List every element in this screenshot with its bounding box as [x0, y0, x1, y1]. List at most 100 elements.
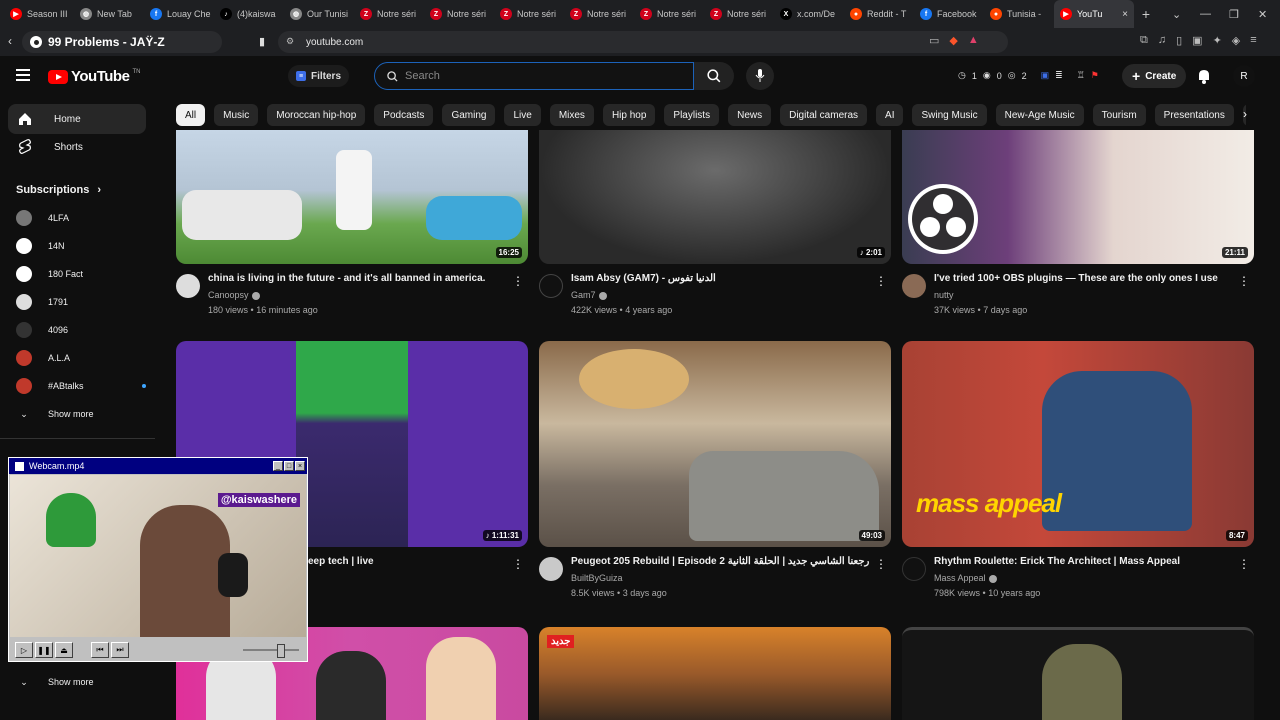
chip[interactable]: Tourism: [1092, 104, 1146, 126]
account-avatar[interactable]: R: [1233, 65, 1255, 87]
browser-tab[interactable]: ◍ Our Tunisi: [284, 0, 354, 28]
browser-tab[interactable]: Z Notre séri: [704, 0, 774, 28]
chip[interactable]: Podcasts: [374, 104, 434, 126]
wallet-icon[interactable]: ▣: [1192, 34, 1202, 47]
chip[interactable]: Swing Music: [912, 104, 987, 126]
chip[interactable]: News: [728, 104, 772, 126]
filters-button[interactable]: ≡ Filters: [288, 65, 350, 87]
video-card[interactable]: 16:25 china is living in the future - an…: [176, 130, 528, 332]
video-thumbnail[interactable]: ♪ 2:01: [539, 130, 891, 264]
new-tab-button[interactable]: +: [1134, 6, 1158, 22]
eject-icon[interactable]: ⏏: [55, 642, 73, 658]
subscriptions-header[interactable]: Subscriptions ›: [16, 184, 101, 196]
cast-icon[interactable]: ▭: [929, 34, 939, 47]
subscription-item[interactable]: 14N: [16, 236, 146, 256]
now-playing-pill[interactable]: 99 Problems - JAŸ-Z: [22, 31, 222, 53]
browser-tab[interactable]: ▶ YouTu ×: [1054, 0, 1134, 28]
brave-shield-icon[interactable]: ◆: [949, 34, 957, 47]
subscription-item[interactable]: 1791: [16, 292, 146, 312]
guide-menu-icon[interactable]: [16, 69, 30, 81]
channel-name[interactable]: Gam7: [571, 290, 607, 300]
channel-avatar[interactable]: [539, 557, 563, 581]
video-card[interactable]: جديد: [539, 627, 891, 720]
maximize-icon[interactable]: □: [284, 461, 294, 471]
browser-tab[interactable]: ♪ (4)kaiswa: [214, 0, 284, 28]
channel-avatar[interactable]: [902, 557, 926, 581]
chip[interactable]: Playlists: [664, 104, 720, 126]
webcam-player-window[interactable]: Webcam.mp4 _ □ × @kaiswashere ▷ ❚❚ ⏏ ⏮ ⏭: [8, 457, 308, 662]
more-options-icon[interactable]: ⋮: [1238, 274, 1250, 288]
browser-tab[interactable]: f Facebook: [914, 0, 984, 28]
subscription-item[interactable]: #ABtalks: [16, 376, 146, 396]
vpn-icon[interactable]: ◈: [1232, 34, 1240, 47]
trophy-icon[interactable]: ♖: [1077, 70, 1085, 81]
sparkle-icon[interactable]: ✦: [1213, 34, 1222, 47]
extension-icon[interactable]: ⧉: [1140, 34, 1148, 47]
browser-tab[interactable]: Z Notre séri: [354, 0, 424, 28]
subscription-item[interactable]: A.L.A: [16, 348, 146, 368]
brave-rewards-icon[interactable]: ▲: [968, 34, 979, 47]
channel-name[interactable]: nutty: [934, 290, 954, 300]
sidebar-icon[interactable]: ▯: [1176, 34, 1182, 47]
channel-name[interactable]: BuiltByGuiza: [571, 573, 623, 583]
browser-tab[interactable]: ▶ Season III: [4, 0, 74, 28]
video-card[interactable]: mass appeal 8:47 Rhythm Roulette: Erick …: [902, 341, 1254, 615]
chip[interactable]: All: [176, 104, 206, 126]
bookmark-icon[interactable]: ▮: [259, 35, 265, 48]
browser-tab[interactable]: ● Reddit - T: [844, 0, 914, 28]
chip[interactable]: Music: [214, 104, 259, 126]
more-options-icon[interactable]: ⋮: [512, 557, 524, 571]
extension-icon[interactable]: ▣: [1041, 70, 1050, 81]
browser-tab[interactable]: Z Notre séri: [494, 0, 564, 28]
chip[interactable]: AI: [876, 104, 904, 126]
channel-avatar[interactable]: [539, 274, 563, 298]
previous-icon[interactable]: ⏮: [91, 642, 109, 658]
maximize-window-button[interactable]: ❐: [1229, 0, 1239, 28]
video-title[interactable]: I've tried 100+ OBS plugins — These are …: [934, 272, 1234, 286]
menu-icon[interactable]: ≡: [1250, 34, 1256, 47]
close-tab-icon[interactable]: ×: [1122, 9, 1128, 20]
browser-tab[interactable]: Z Notre séri: [564, 0, 634, 28]
video-thumbnail[interactable]: 16:25: [176, 130, 528, 264]
pause-icon[interactable]: ❚❚: [35, 642, 53, 658]
notifications-bell-icon[interactable]: [1197, 68, 1211, 84]
close-window-button[interactable]: ✕: [1258, 0, 1267, 28]
next-icon[interactable]: ⏭: [111, 642, 129, 658]
video-thumbnail[interactable]: جديد: [539, 627, 891, 720]
tab-search-icon[interactable]: ⌄: [1172, 0, 1181, 28]
video-title[interactable]: Rhythm Roulette: Erick The Architect | M…: [934, 555, 1234, 569]
chip[interactable]: Digital cameras: [780, 104, 868, 126]
more-options-icon[interactable]: ⋮: [875, 274, 887, 288]
video-card[interactable]: 49:03 Peugeot 205 Rebuild | Episode 2 رج…: [539, 341, 891, 615]
sidebar-item-home[interactable]: Home: [8, 104, 146, 134]
video-thumbnail[interactable]: 21:11: [902, 130, 1254, 264]
subscription-item[interactable]: 180 Fact: [16, 264, 146, 284]
browser-tab[interactable]: f Louay Che: [144, 0, 214, 28]
minimize-window-button[interactable]: —: [1200, 0, 1211, 28]
video-card[interactable]: 21:11 I've tried 100+ OBS plugins — Thes…: [902, 130, 1254, 332]
video-thumbnail[interactable]: [902, 627, 1254, 720]
browser-tab[interactable]: ◍ New Tab: [74, 0, 144, 28]
search-input[interactable]: [405, 70, 665, 82]
voice-search-button[interactable]: [746, 62, 774, 90]
video-card[interactable]: [902, 627, 1254, 720]
chip[interactable]: Gaming: [442, 104, 496, 126]
chip[interactable]: Hip hop: [602, 104, 656, 126]
video-thumbnail[interactable]: 49:03: [539, 341, 891, 547]
chip[interactable]: Moroccan hip-hop: [267, 104, 366, 126]
search-button[interactable]: [694, 62, 734, 90]
channel-name[interactable]: Mass Appeal: [934, 573, 997, 583]
minimize-icon[interactable]: _: [273, 461, 283, 471]
video-thumbnail[interactable]: mass appeal 8:47: [902, 341, 1254, 547]
search-box[interactable]: [374, 62, 694, 90]
chip[interactable]: Presentations: [1154, 104, 1234, 126]
site-info-icon[interactable]: ⚙: [286, 36, 294, 47]
browser-tab[interactable]: Z Notre séri: [634, 0, 704, 28]
url-bar[interactable]: ⚙ youtube.com: [278, 31, 1008, 53]
list-icon[interactable]: ≣: [1055, 70, 1063, 81]
video-title[interactable]: Peugeot 205 Rebuild | Episode 2 رجعنا ال…: [571, 555, 871, 569]
browser-tab[interactable]: Xx.com/De: [774, 0, 844, 28]
chip[interactable]: Live: [504, 104, 541, 126]
chip[interactable]: New-Age Music: [995, 104, 1084, 126]
channel-avatar[interactable]: [902, 274, 926, 298]
